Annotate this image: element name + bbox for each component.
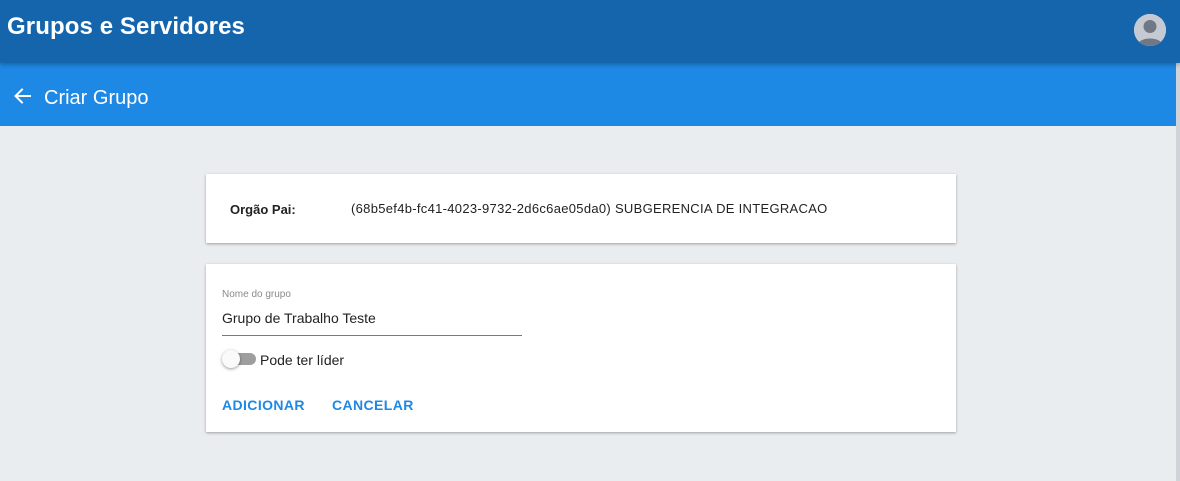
parent-org-label: Orgão Pai:: [230, 202, 296, 217]
leader-toggle-label: Pode ter líder: [260, 352, 345, 368]
arrow-left-icon[interactable]: [12, 86, 32, 106]
cancel-button[interactable]: CANCELAR: [332, 397, 414, 413]
parent-org-value: (68b5ef4b-fc41-4023-9732-2d6c6ae05da0) S…: [351, 201, 828, 216]
group-name-input[interactable]: [222, 308, 522, 336]
group-name-label: Nome do grupo: [222, 289, 291, 300]
user-avatar-icon[interactable]: [1134, 14, 1166, 46]
parent-org-card: Orgão Pai: (68b5ef4b-fc41-4023-9732-2d6c…: [206, 174, 956, 243]
add-button[interactable]: ADICIONAR: [222, 397, 305, 413]
toggle-thumb: [222, 350, 240, 368]
create-group-form: Nome do grupo Pode ter líder ADICIONAR C…: [206, 264, 956, 432]
scrollbar[interactable]: [1176, 63, 1180, 481]
app-header: Grupos e Servidores: [0, 0, 1180, 63]
leader-toggle[interactable]: [222, 350, 256, 368]
app-title: Grupos e Servidores: [7, 13, 245, 40]
page-header: [0, 63, 1176, 126]
page-title: Criar Grupo: [44, 87, 149, 109]
